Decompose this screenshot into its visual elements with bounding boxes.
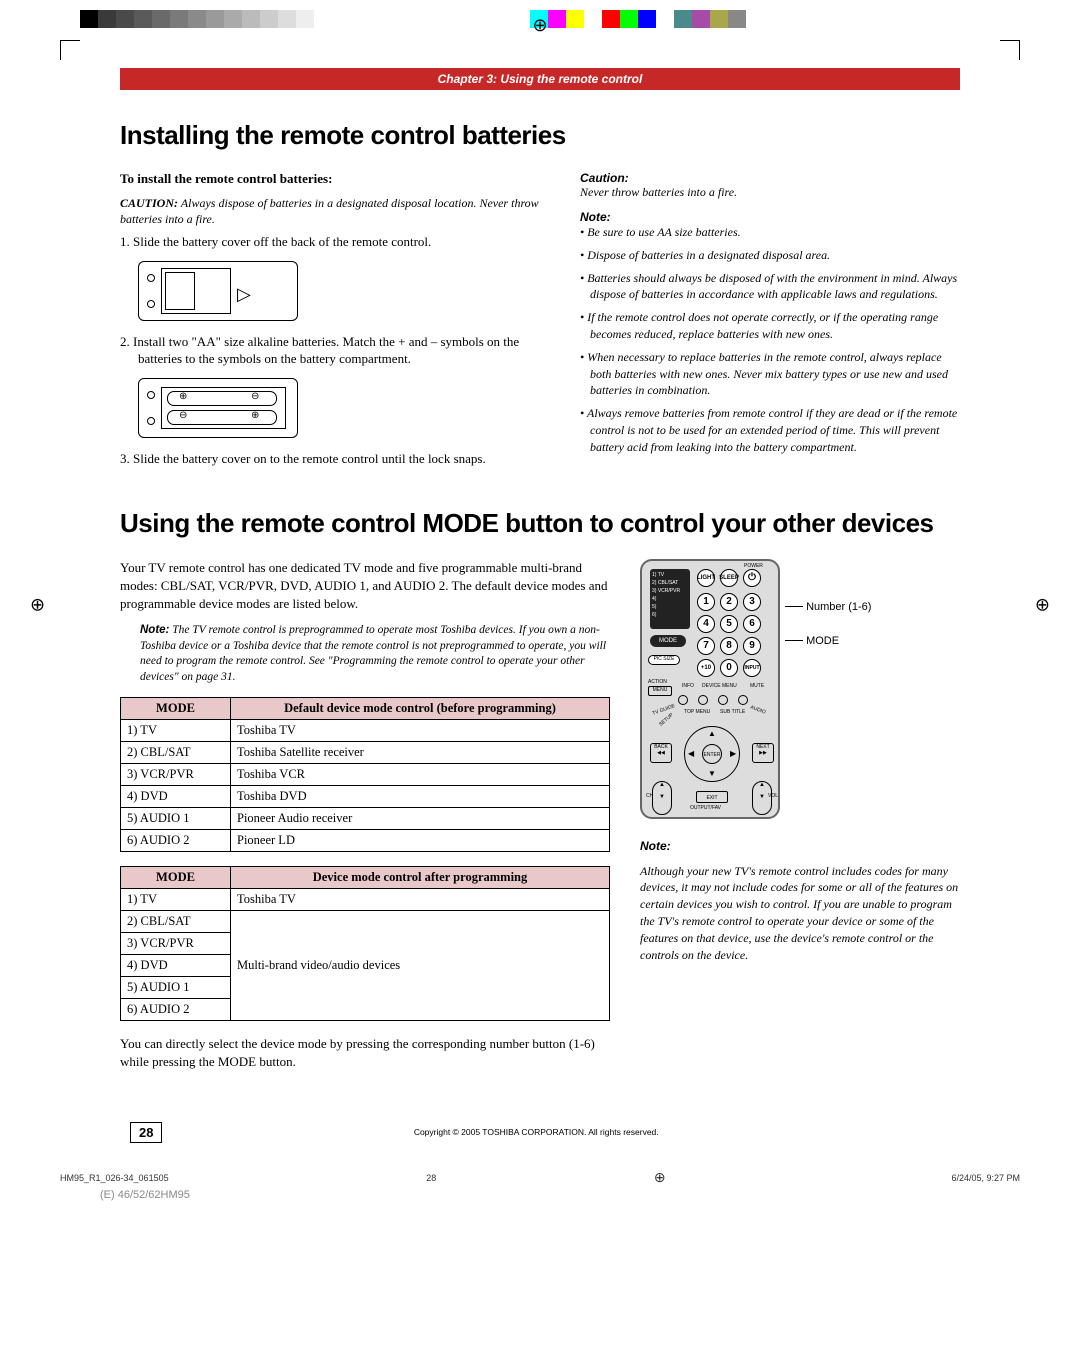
note-item: Be sure to use AA size batteries. xyxy=(580,224,960,241)
table-row: 1) TVToshiba TV xyxy=(121,889,610,911)
note-item: Dispose of batteries in a designated dis… xyxy=(580,247,960,264)
table-header: Default device mode control (before prog… xyxy=(231,698,610,720)
page-number: 28 xyxy=(130,1122,162,1143)
notes-list: Be sure to use AA size batteries. Dispose… xyxy=(580,224,960,456)
doc-page: 28 xyxy=(426,1173,436,1183)
remote-control-diagram-icon: 1) TV2) CBL/SAT3) VCR/PVR4)5)6) LIGHT SL… xyxy=(640,559,780,819)
table-row: 2) CBL/SATToshiba Satellite receiver xyxy=(121,742,610,764)
chapter-header: Chapter 3: Using the remote control xyxy=(120,68,960,90)
section-title: Using the remote control MODE button to … xyxy=(120,508,960,539)
page-title: Installing the remote control batteries xyxy=(120,120,960,151)
default-mode-table: MODE Default device mode control (before… xyxy=(120,697,610,852)
page-content: Chapter 3: Using the remote control Inst… xyxy=(100,68,980,1153)
battery-cover-diagram-icon: ▷ xyxy=(138,261,298,321)
crop-mark-icon xyxy=(1000,40,1020,60)
caution-text: Always dispose of batteries in a designa… xyxy=(120,196,539,226)
step-3: 3. Slide the battery cover on to the rem… xyxy=(120,450,550,468)
remote-note-label: Note: xyxy=(640,839,960,853)
note-item: Always remove batteries from remote cont… xyxy=(580,405,960,455)
doc-timestamp: 6/24/05, 9:27 PM xyxy=(951,1173,1020,1183)
table-row: 4) DVDToshiba DVD xyxy=(121,786,610,808)
registration-mark-bottom-icon: ⊕ xyxy=(654,1169,666,1186)
right-caution-label: Caution: xyxy=(580,171,960,185)
copyright-text: Copyright © 2005 TOSHIBA CORPORATION. Al… xyxy=(162,1127,910,1137)
battery-insert-diagram-icon: ⊕ ⊖ ⊖ ⊕ xyxy=(138,378,298,438)
table-header: MODE xyxy=(121,698,231,720)
table-row: 2) CBL/SATMulti-brand video/audio device… xyxy=(121,911,610,933)
install-subheading: To install the remote control batteries: xyxy=(120,171,550,187)
table-row: 5) AUDIO 1Pioneer Audio receiver xyxy=(121,808,610,830)
registration-mark-right-icon: ⊕ xyxy=(1035,595,1050,616)
programmed-mode-table: MODE Device mode control after programmi… xyxy=(120,866,610,1021)
inline-note: Note: The TV remote control is preprogra… xyxy=(140,623,610,685)
caution-inline: CAUTION: Always dispose of batteries in … xyxy=(120,195,550,227)
table-row: 6) AUDIO 2Pioneer LD xyxy=(121,830,610,852)
remote-number-label: Number (1-6) xyxy=(785,601,871,613)
remote-mode-label: MODE xyxy=(785,635,839,647)
cautions-notes-column: Caution: Never throw batteries into a fi… xyxy=(580,171,960,478)
registration-mark-left-icon: ⊕ xyxy=(30,595,45,616)
after-table-paragraph: You can directly select the device mode … xyxy=(120,1035,610,1071)
color-calibration-bar xyxy=(80,10,1080,28)
step-1: 1. Slide the battery cover off the back … xyxy=(120,233,550,251)
note-item: When necessary to replace batteries in t… xyxy=(580,349,960,399)
registration-mark-top-icon: ⊕ xyxy=(532,15,547,36)
table-header: Device mode control after programming xyxy=(231,867,610,889)
remote-note-text: Although your new TV's remote control in… xyxy=(640,863,960,964)
note-item: If the remote control does not operate c… xyxy=(580,309,960,343)
remote-diagram-column: 1) TV2) CBL/SAT3) VCR/PVR4)5)6) LIGHT SL… xyxy=(640,559,960,1082)
crop-mark-icon xyxy=(60,40,80,60)
page-footer: 28 Copyright © 2005 TOSHIBA CORPORATION.… xyxy=(120,1122,960,1153)
print-metadata: HM95_R1_026-34_061505 28 ⊕ 6/24/05, 9:27… xyxy=(0,1173,1080,1183)
table-row: 3) VCR/PVRToshiba VCR xyxy=(121,764,610,786)
mode-description-column: Your TV remote control has one dedicated… xyxy=(120,559,610,1082)
step-2: 2. Install two "AA" size alkaline batter… xyxy=(120,333,550,368)
doc-filename: HM95_R1_026-34_061505 xyxy=(60,1173,169,1183)
install-instructions-column: To install the remote control batteries:… xyxy=(120,171,550,478)
intro-paragraph: Your TV remote control has one dedicated… xyxy=(120,559,610,614)
note-label: Note: xyxy=(580,210,960,224)
table-header: MODE xyxy=(121,867,231,889)
right-caution-text: Never throw batteries into a fire. xyxy=(580,185,960,200)
table-row: 1) TVToshiba TV xyxy=(121,720,610,742)
caution-label: CAUTION: xyxy=(120,196,178,210)
note-item: Batteries should always be disposed of w… xyxy=(580,270,960,304)
model-number: (E) 46/52/62HM95 xyxy=(100,1189,1080,1201)
